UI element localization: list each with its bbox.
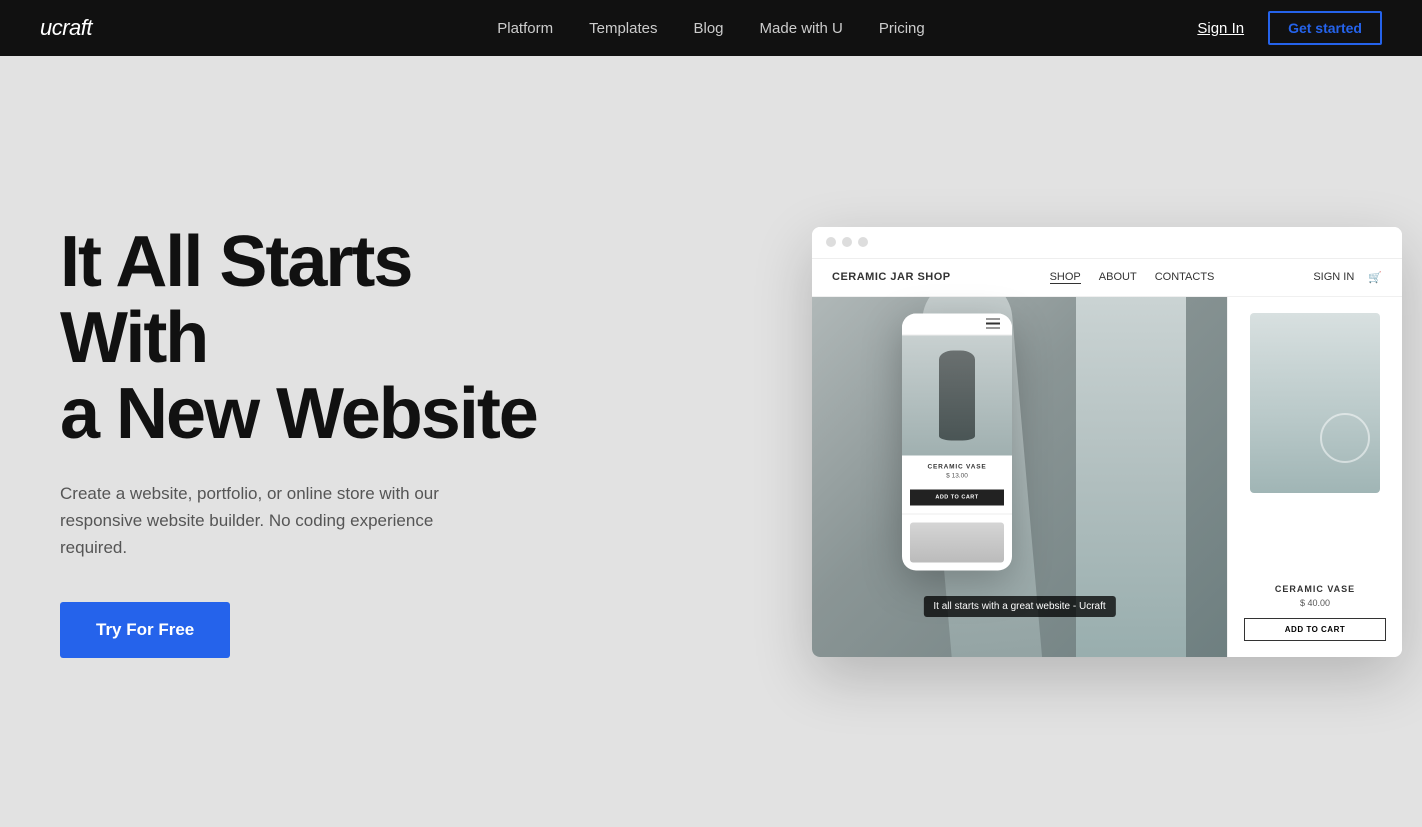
signin-button[interactable]: Sign In: [1197, 20, 1244, 37]
mobile-titlebar: [902, 313, 1012, 335]
product-price: $ 40.00: [1244, 598, 1386, 608]
nav-link-platform[interactable]: Platform: [497, 20, 553, 37]
hero-subtitle: Create a website, portfolio, or online s…: [60, 480, 480, 562]
site-nav-shop: SHOP: [1050, 271, 1081, 284]
product-circle-decoration: [1320, 413, 1370, 463]
mini-vase-illustration: [939, 350, 975, 440]
mobile-product-price: $ 13.00: [910, 472, 1004, 479]
browser-dot-1: [826, 237, 836, 247]
hero-content: It All Starts With a New Website Create …: [60, 225, 560, 657]
browser-titlebar: [812, 227, 1402, 259]
mobile-mockup: CERAMIC VASE $ 13.00 ADD TO CART: [902, 313, 1012, 570]
product-panel: CERAMIC VASE $ 40.00 ADD TO CART: [1227, 297, 1402, 657]
navbar: ucraft Platform Templates Blog Made with…: [0, 0, 1422, 56]
nav-links: Platform Templates Blog Made with U Pric…: [497, 20, 925, 37]
nav-right: Sign In Get started: [1197, 11, 1382, 45]
browser-dots: [826, 237, 868, 247]
try-for-free-button[interactable]: Try For Free: [60, 602, 230, 658]
nav-link-pricing[interactable]: Pricing: [879, 20, 925, 37]
site-nav-right: SIGN IN 🛒: [1313, 271, 1382, 284]
site-signin-label: SIGN IN: [1313, 271, 1354, 284]
hero-title: It All Starts With a New Website: [60, 225, 560, 452]
main-product-image: It all starts with a great website - Ucr…: [812, 297, 1227, 657]
hero-visual: CERAMIC VASE $ 13.00 ADD TO CART CERAMIC…: [722, 227, 1422, 657]
add-to-cart-button[interactable]: ADD TO CART: [1244, 618, 1386, 641]
mobile-bottom: [902, 513, 1012, 570]
nav-link-templates[interactable]: Templates: [589, 20, 657, 37]
mobile-product-name: CERAMIC VASE: [910, 463, 1004, 470]
mobile-product-info: CERAMIC VASE $ 13.00 ADD TO CART: [902, 455, 1012, 513]
site-nav-contacts: CONTACTS: [1155, 271, 1215, 284]
product-info: CERAMIC VASE $ 40.00 ADD TO CART: [1244, 584, 1386, 641]
product-name: CERAMIC VASE: [1244, 584, 1386, 594]
site-nav-about: ABOUT: [1099, 271, 1137, 284]
site-navbar: CERAMIC JAR SHOP SHOP ABOUT CONTACTS SIG…: [812, 259, 1402, 297]
nav-link-blog[interactable]: Blog: [693, 20, 723, 37]
logo[interactable]: ucraft: [40, 15, 92, 41]
hamburger-icon: [986, 318, 1000, 329]
get-started-button[interactable]: Get started: [1268, 11, 1382, 45]
browser-dot-2: [842, 237, 852, 247]
browser-mockup: CERAMIC JAR SHOP SHOP ABOUT CONTACTS SIG…: [812, 227, 1402, 657]
browser-content: It all starts with a great website - Ucr…: [812, 297, 1402, 657]
mobile-add-to-cart-button[interactable]: ADD TO CART: [910, 489, 1004, 505]
browser-dot-3: [858, 237, 868, 247]
site-logo: CERAMIC JAR SHOP: [832, 271, 951, 283]
site-nav-links: SHOP ABOUT CONTACTS: [1050, 271, 1215, 284]
site-tooltip: It all starts with a great website - Ucr…: [923, 596, 1115, 617]
hero-section: It All Starts With a New Website Create …: [0, 56, 1422, 827]
nav-link-made-with-u[interactable]: Made with U: [760, 20, 843, 37]
product-image-box: [1250, 313, 1380, 493]
mobile-product-image: [902, 335, 1012, 455]
mobile-small-image: [910, 522, 1004, 562]
cart-icon: 🛒: [1368, 271, 1382, 284]
